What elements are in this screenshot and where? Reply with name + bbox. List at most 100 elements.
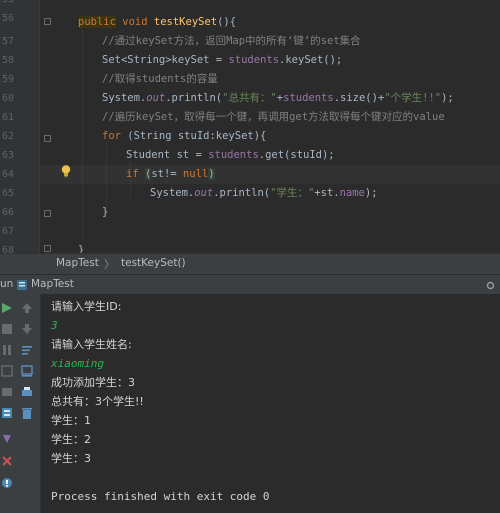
up-arrow-icon[interactable] <box>20 301 34 315</box>
line-number: 66 <box>1 207 14 218</box>
breadcrumb-method[interactable]: testKeySet() <box>121 257 186 269</box>
console-input-line: xiaoming <box>51 357 104 370</box>
code-line[interactable]: public void testKeySet(){ <box>78 13 236 32</box>
console-scrollbar[interactable] <box>491 294 500 513</box>
string-literal: "总共有：" <box>222 92 277 104</box>
console-line: 学生：3 <box>51 452 91 465</box>
run-toolbar <box>0 294 40 513</box>
indent-guide <box>82 30 83 240</box>
code-text: .size() <box>333 92 378 104</box>
field: students <box>228 54 280 66</box>
code-line[interactable]: //通过keySet方法，返回Map中的所有‘键’的set集合 <box>102 32 361 51</box>
code-text: .println( <box>165 92 223 104</box>
pause-icon[interactable] <box>0 343 14 357</box>
code-text: (){ <box>217 16 237 28</box>
code-line[interactable]: Set<String>keySet = students.keySet(); <box>102 51 342 70</box>
print-icon[interactable] <box>20 385 34 399</box>
comment: //通过keySet方法，返回Map中的所有‘键’的set集合 <box>102 35 361 47</box>
code-line[interactable]: } <box>78 241 84 253</box>
down-arrow-icon[interactable] <box>20 322 34 336</box>
rerun-icon[interactable] <box>0 301 14 315</box>
line-number: 67 <box>1 226 14 237</box>
code-text: } <box>78 244 85 253</box>
line-number: 62 <box>1 131 14 142</box>
fold-marker-icon[interactable] <box>44 135 51 142</box>
soft-wrap-icon[interactable] <box>20 343 34 357</box>
line-number: 64 <box>1 169 14 180</box>
comment: //遍历keySet，取得每一个键，再调用get方法取得每个键对应的value <box>102 111 445 123</box>
code-text: ); <box>364 187 378 199</box>
dump-threads-icon[interactable] <box>0 364 14 378</box>
code-line[interactable]: } <box>102 203 108 222</box>
string-literal: "个学生!!" <box>384 92 442 104</box>
code-editor[interactable]: 55 56 57 58 59 60 61 62 63 64 65 66 67 6… <box>0 0 500 253</box>
line-number: 59 <box>1 74 14 85</box>
settings-gear-icon[interactable] <box>486 281 495 290</box>
comment: //取得students的容量 <box>102 73 218 85</box>
code-line[interactable]: System.out.println("学生："+st.name); <box>150 184 378 203</box>
trash-icon[interactable] <box>20 406 34 420</box>
console-input-line: 3 <box>51 319 58 332</box>
line-gutter: 55 56 57 58 59 60 61 62 63 64 65 66 67 6… <box>0 0 40 253</box>
console-line: 学生：1 <box>51 414 91 427</box>
code-text: st!= <box>151 168 183 180</box>
field: name <box>339 187 365 199</box>
layout-icon[interactable] <box>0 432 14 446</box>
stop-icon[interactable] <box>0 322 14 336</box>
line-number: 65 <box>1 188 14 199</box>
console-line: 请输入学生ID: <box>51 300 122 313</box>
restore-layout-icon[interactable] <box>0 385 14 399</box>
code-text: System. <box>150 187 195 199</box>
line-number: 55 <box>0 0 14 9</box>
code-text: Set<String> <box>102 54 172 66</box>
keyword: null <box>182 168 209 180</box>
line-number: 63 <box>1 150 14 161</box>
run-tool-label[interactable]: un <box>0 278 13 290</box>
fold-marker-icon[interactable] <box>44 18 51 25</box>
code-text: .println( <box>213 187 271 199</box>
field: out <box>146 92 166 104</box>
brace-match: ) <box>208 168 215 180</box>
code-line[interactable]: //取得students的容量 <box>102 70 218 89</box>
string-literal: "学生：" <box>270 187 315 199</box>
code-text: } <box>102 206 109 218</box>
console-line: 成功添加学生：3 <box>51 376 135 389</box>
code-text: .get(stuId); <box>258 149 335 161</box>
breadcrumb-class[interactable]: MapTest <box>56 257 99 269</box>
code-text: = <box>209 54 229 66</box>
field: out <box>194 187 214 199</box>
run-panel-header: un MapTest <box>0 274 500 294</box>
code-text: keySet <box>171 54 210 66</box>
run-config-name[interactable]: MapTest <box>31 278 74 290</box>
close-icon[interactable] <box>0 454 14 468</box>
code-line[interactable]: System.out.println("总共有："+students.size(… <box>102 89 454 108</box>
keyword: void <box>122 16 148 28</box>
code-text: +st. <box>314 187 340 199</box>
line-number: 57 <box>1 36 14 47</box>
keyword: public <box>78 16 116 28</box>
help-icon[interactable] <box>0 476 14 490</box>
line-number: 56 <box>1 13 14 24</box>
keyword: if <box>126 168 139 180</box>
code-text: (String stuId:keySet){ <box>120 130 267 142</box>
code-line[interactable]: Student st = students.get(stuId); <box>126 146 335 165</box>
breadcrumb: MapTest 〉 testKeySet() <box>0 253 500 274</box>
field: students <box>283 92 334 104</box>
method-name: testKeySet <box>153 16 218 28</box>
run-config-icon <box>17 280 27 290</box>
line-number: 60 <box>1 93 14 104</box>
fold-marker-icon[interactable] <box>44 210 51 217</box>
pin-icon[interactable] <box>0 406 14 420</box>
scroll-end-icon[interactable] <box>20 364 34 378</box>
code-line[interactable]: for (String stuId:keySet){ <box>102 127 266 146</box>
keyword: for <box>102 130 121 142</box>
lightbulb-icon[interactable] <box>59 164 73 178</box>
line-number: 61 <box>1 112 14 123</box>
code-text: ); <box>441 92 454 104</box>
current-line-highlight <box>40 165 500 184</box>
fold-marker-icon[interactable] <box>44 245 51 252</box>
code-line[interactable]: //遍历keySet，取得每一个键，再调用get方法取得每个键对应的value <box>102 108 445 127</box>
console-output[interactable]: 请输入学生ID: 3 请输入学生姓名: xiaoming 成功添加学生：3 总共… <box>40 294 500 513</box>
code-text: System. <box>102 92 147 104</box>
code-line[interactable]: if (st!= null) <box>126 165 215 184</box>
